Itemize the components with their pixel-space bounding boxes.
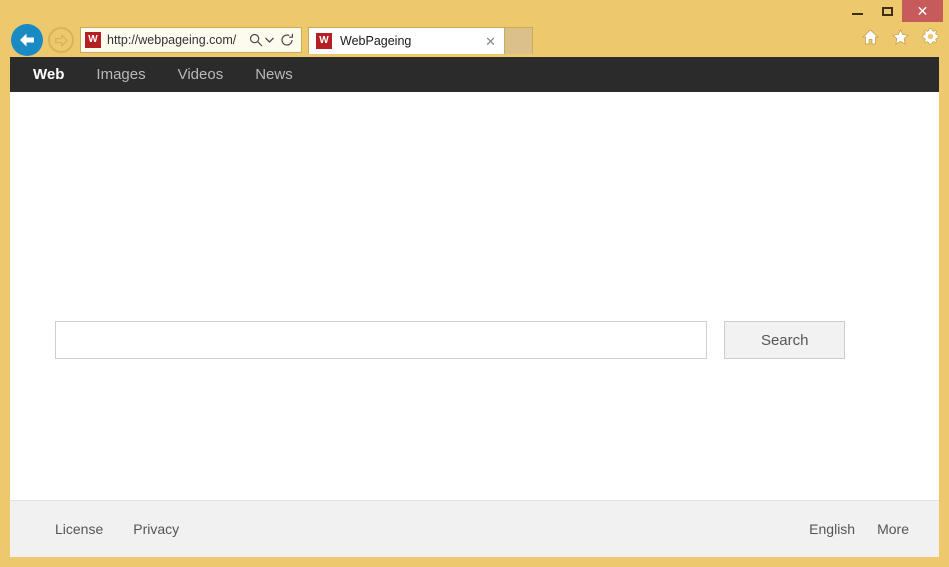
- forward-arrow-icon: [54, 33, 68, 47]
- search-button[interactable]: Search: [724, 321, 845, 359]
- footer-link-license[interactable]: License: [55, 521, 103, 537]
- page-footer: License Privacy English More: [10, 500, 939, 557]
- minimize-button[interactable]: [842, 0, 872, 22]
- nav-item-news[interactable]: News: [255, 66, 293, 83]
- footer-link-privacy[interactable]: Privacy: [133, 521, 179, 537]
- back-arrow-icon: [20, 33, 34, 47]
- nav-item-images[interactable]: Images: [96, 66, 145, 83]
- close-icon: ✕: [916, 3, 929, 19]
- forward-button[interactable]: [48, 27, 74, 53]
- search-row: Search: [55, 321, 845, 359]
- site-favicon: W: [85, 32, 101, 48]
- footer-link-more[interactable]: More: [877, 521, 909, 537]
- page-viewport: Web Images Videos News Search License Pr…: [10, 57, 939, 557]
- browser-toolbar: W http://webpageing.com/ W WebPageing ✕: [0, 22, 949, 80]
- close-window-button[interactable]: ✕: [902, 0, 943, 22]
- settings-gear-icon[interactable]: [922, 28, 939, 45]
- tab-title: WebPageing: [340, 34, 412, 48]
- maximize-icon: [881, 6, 893, 16]
- footer-left-links: License Privacy: [55, 521, 179, 537]
- tab-strip: W WebPageing ✕: [308, 27, 533, 54]
- tab-favicon: W: [316, 33, 332, 49]
- footer-link-english[interactable]: English: [809, 521, 855, 537]
- footer-right-links: English More: [809, 521, 909, 537]
- nav-item-web[interactable]: Web: [33, 66, 64, 83]
- minimize-icon: [851, 13, 863, 15]
- browser-window: ✕ W http://webpageing.com/ W WebPageing …: [0, 0, 949, 567]
- back-button[interactable]: [11, 24, 43, 56]
- address-bar[interactable]: W http://webpageing.com/: [80, 27, 302, 53]
- maximize-button[interactable]: [872, 0, 902, 22]
- tab-close-icon[interactable]: ✕: [485, 35, 496, 48]
- search-input[interactable]: [55, 321, 708, 359]
- nav-item-videos[interactable]: Videos: [178, 66, 224, 83]
- refresh-icon[interactable]: [280, 33, 294, 47]
- home-icon[interactable]: [862, 29, 879, 45]
- new-tab-button[interactable]: [505, 27, 533, 54]
- address-url-text: http://webpageing.com/: [107, 33, 237, 47]
- chevron-down-icon[interactable]: [265, 37, 274, 43]
- toolbar-icon-group: [862, 28, 939, 45]
- site-navigation-bar: Web Images Videos News: [10, 57, 939, 92]
- browser-tab[interactable]: W WebPageing ✕: [308, 27, 505, 54]
- magnifier-icon[interactable]: [249, 33, 263, 47]
- title-bar: ✕: [0, 0, 949, 22]
- favorites-star-icon[interactable]: [892, 28, 909, 45]
